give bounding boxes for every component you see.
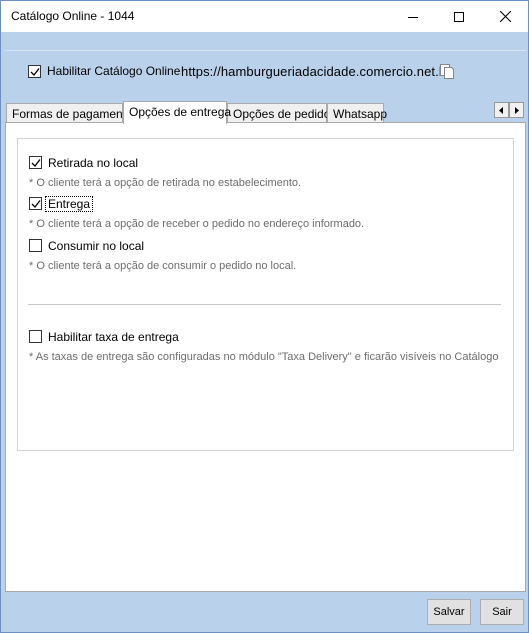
tab-opcoes-de-entrega[interactable]: Opções de entrega	[123, 101, 231, 124]
copy-icon[interactable]	[439, 63, 455, 79]
checkmark-icon	[30, 68, 40, 76]
delivery-options-panel: Retirada no local * O cliente terá a opç…	[5, 122, 526, 592]
checkmark-icon	[31, 159, 41, 167]
maximize-icon	[454, 11, 464, 22]
pickup-label[interactable]: Retirada no local	[48, 156, 138, 170]
catalog-settings-panel: Habilitar Catálogo Online https://hambur…	[5, 50, 526, 93]
tab-whatsapp[interactable]: Whatsapp	[327, 103, 388, 123]
title-bar[interactable]: Catálogo Online - 1044	[1, 1, 528, 32]
enable-catalog-label[interactable]: Habilitar Catálogo Online	[47, 64, 180, 78]
checkmark-icon	[31, 200, 41, 208]
delivery-hint: * O cliente terá a opção de receber o pe…	[29, 218, 365, 230]
enable-catalog-checkbox[interactable]	[28, 65, 41, 78]
tab-label: Opções de entrega	[129, 105, 232, 119]
pickup-checkbox[interactable]	[29, 156, 42, 169]
pickup-hint: * O cliente terá a opção de retirada no …	[29, 177, 302, 189]
dine-in-hint: * O cliente terá a opção de consumir o p…	[29, 260, 297, 272]
catalog-url: https://hamburgueriadacidade.comercio.ne…	[181, 64, 451, 79]
close-button[interactable]	[482, 1, 528, 32]
delivery-fee-checkbox[interactable]	[29, 330, 42, 343]
tab-label: Opções de pedido	[233, 107, 331, 121]
tab-formas-de-pagamento[interactable]: Formas de pagamento	[6, 103, 133, 123]
delivery-fee-hint: * As taxas de entrega são configuradas n…	[29, 351, 499, 363]
maximize-button[interactable]	[436, 1, 482, 32]
tab-label: Whatsapp	[333, 107, 388, 121]
delivery-checkbox[interactable]	[29, 197, 42, 210]
delivery-fee-label[interactable]: Habilitar taxa de entrega	[48, 330, 179, 344]
arrow-right-icon	[515, 106, 519, 114]
delivery-label[interactable]: Entrega	[44, 196, 94, 212]
save-button[interactable]: Salvar	[427, 599, 471, 625]
tab-scroll-left-button[interactable]	[494, 102, 509, 118]
close-icon	[499, 11, 511, 22]
arrow-left-icon	[499, 106, 503, 114]
exit-button[interactable]: Sair	[480, 599, 524, 625]
tab-scroll-right-button[interactable]	[509, 102, 524, 118]
window-title: Catálogo Online - 1044	[11, 9, 135, 23]
delivery-options-group: Retirada no local * O cliente terá a opç…	[17, 138, 514, 451]
catalog-online-window: Catálogo Online - 1044 Habilitar Catálog…	[0, 0, 529, 633]
tab-opcoes-de-pedido[interactable]: Opções de pedido	[227, 103, 331, 123]
minimize-icon	[408, 16, 418, 18]
dine-in-checkbox[interactable]	[29, 239, 42, 252]
dine-in-label[interactable]: Consumir no local	[48, 239, 144, 253]
section-divider	[28, 304, 501, 305]
minimize-button[interactable]	[390, 1, 436, 32]
tab-strip: Formas de pagamento Opções de entrega Op…	[5, 101, 526, 124]
tab-label: Formas de pagamento	[12, 107, 133, 121]
